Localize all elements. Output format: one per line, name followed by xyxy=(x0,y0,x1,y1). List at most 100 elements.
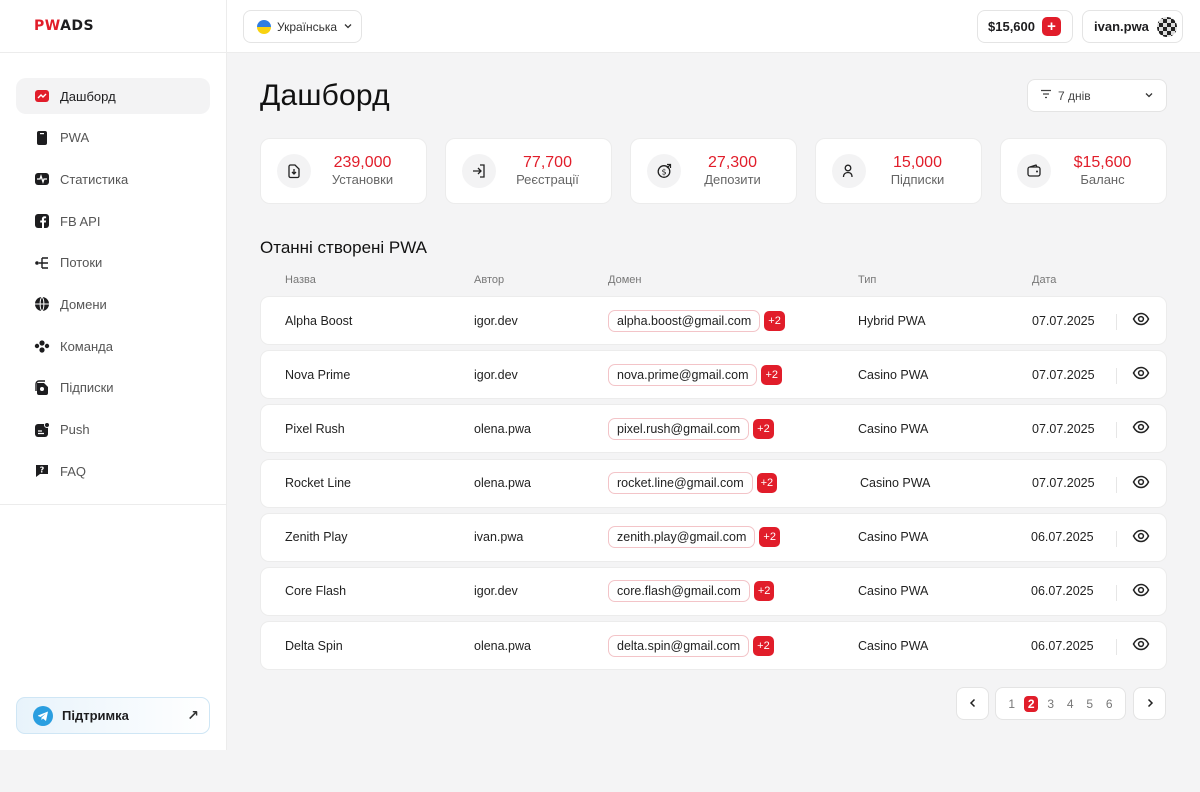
telegram-icon xyxy=(33,705,53,726)
cell-name: Zenith Play xyxy=(285,530,348,545)
cell-author: olena.pwa xyxy=(474,421,531,436)
page-button[interactable]: 6 xyxy=(1102,696,1116,712)
view-button[interactable] xyxy=(1116,622,1166,669)
page-button-current[interactable]: 2 xyxy=(1024,695,1039,712)
cell-date: 06.07.2025 xyxy=(1031,638,1094,653)
extra-domains-badge[interactable]: +2 xyxy=(759,527,780,548)
eye-icon xyxy=(1132,364,1150,385)
sidebar-item-pwa[interactable]: PWA xyxy=(16,120,210,156)
cell-domain: pixel.rush@gmail.com +2 xyxy=(608,405,774,452)
logo-part-1: PW xyxy=(34,18,61,34)
extra-domains-badge[interactable]: +2 xyxy=(753,635,774,656)
add-funds-button[interactable]: + xyxy=(1042,17,1061,36)
view-button[interactable] xyxy=(1116,405,1166,452)
support-label: Підтримка xyxy=(62,708,129,723)
cell-name: Delta Spin xyxy=(285,638,343,653)
table-row[interactable]: Pixel Rush olena.pwa pixel.rush@gmail.co… xyxy=(260,404,1167,454)
view-button[interactable] xyxy=(1116,460,1166,507)
eye-icon xyxy=(1132,418,1150,439)
logo-area: PWADS xyxy=(0,0,226,53)
eye-icon xyxy=(1132,635,1150,656)
page-button[interactable]: 5 xyxy=(1083,696,1097,712)
extra-domains-badge[interactable]: +2 xyxy=(753,418,774,439)
cell-domain: alpha.boost@gmail.com +2 xyxy=(608,297,785,344)
sidebar-item-label: Дашборд xyxy=(60,88,116,104)
sidebar-item-label: Push xyxy=(60,422,90,437)
next-page-button[interactable] xyxy=(1133,687,1166,720)
domain-pill[interactable]: alpha.boost@gmail.com xyxy=(608,309,761,332)
sidebar: PWADS Дашборд PWA Статистика FB API Пото… xyxy=(0,0,227,750)
cell-date: 07.07.2025 xyxy=(1032,421,1095,436)
wallet-icon xyxy=(1017,154,1051,188)
cell-domain: rocket.line@gmail.com +2 xyxy=(608,460,778,507)
cell-name: Core Flash xyxy=(285,584,347,599)
view-button[interactable] xyxy=(1116,514,1166,561)
cell-name: Alpha Boost xyxy=(285,313,353,328)
stat-label: Баланс xyxy=(1080,172,1125,187)
svg-text:$: $ xyxy=(661,168,666,177)
stat-label: Установки xyxy=(331,172,394,187)
domain-pill[interactable]: zenith.play@gmail.com xyxy=(608,526,756,549)
extra-domains-badge[interactable]: +2 xyxy=(764,310,785,331)
stat-value: 27,300 xyxy=(708,154,757,171)
domain-pill[interactable]: core.flash@gmail.com xyxy=(608,580,750,603)
view-button[interactable] xyxy=(1116,568,1166,615)
stat-label: Реєстрації xyxy=(516,172,579,187)
balance-amount: $15,600 xyxy=(988,19,1035,34)
sidebar-item-team[interactable]: Команда xyxy=(16,328,210,364)
phone-icon xyxy=(34,130,50,146)
cell-date: 07.07.2025 xyxy=(1032,367,1095,382)
period-select[interactable]: 7 днів xyxy=(1027,79,1167,112)
sidebar-item-label: Домени xyxy=(60,296,107,312)
cell-author: igor.dev xyxy=(474,313,518,328)
pagination: 1 2 3 4 5 6 xyxy=(995,687,1126,720)
logo[interactable]: PWADS xyxy=(34,18,94,34)
sidebar-item-push[interactable]: Push xyxy=(16,412,210,448)
sidebar-item-domains[interactable]: Домени xyxy=(16,286,210,322)
domain-pill[interactable]: rocket.line@gmail.com xyxy=(608,472,753,495)
domain-pill[interactable]: pixel.rush@gmail.com xyxy=(608,417,750,440)
support-button[interactable]: Підтримка ↗ xyxy=(16,697,210,734)
extra-domains-badge[interactable]: +2 xyxy=(753,581,775,602)
page-button[interactable]: 4 xyxy=(1063,696,1077,712)
sidebar-item-faq[interactable]: ? FAQ xyxy=(16,453,210,489)
sidebar-item-flows[interactable]: Потоки xyxy=(16,245,210,281)
deposit-icon: $ xyxy=(647,154,681,188)
column-header-type: Тип xyxy=(858,274,877,286)
stat-value: 15,000 xyxy=(893,154,942,171)
table-row[interactable]: Nova Prime igor.dev nova.prime@gmail.com… xyxy=(260,350,1167,400)
extra-domains-badge[interactable]: +2 xyxy=(756,473,778,494)
cell-type: Casino PWA xyxy=(858,584,929,599)
table-row[interactable]: Zenith Play ivan.pwa zenith.play@gmail.c… xyxy=(260,512,1167,562)
sidebar-item-label: FAQ xyxy=(60,463,87,479)
table-row[interactable]: Alpha Boost igor.dev alpha.boost@gmail.c… xyxy=(260,296,1167,345)
table-row[interactable]: Delta Spin olena.pwa delta.spin@gmail.co… xyxy=(260,621,1167,671)
view-button[interactable] xyxy=(1116,297,1166,344)
page-title: Дашборд xyxy=(260,79,390,112)
domain-pill[interactable]: delta.spin@gmail.com xyxy=(608,634,750,657)
push-icon xyxy=(34,421,50,438)
table-row[interactable]: Rocket Line olena.pwa rocket.line@gmail.… xyxy=(260,458,1167,508)
language-select[interactable]: Українська xyxy=(243,10,362,43)
extra-domains-badge[interactable]: +2 xyxy=(761,364,783,385)
domain-pill[interactable]: nova.prime@gmail.com xyxy=(608,363,758,386)
page-button[interactable]: 1 xyxy=(1005,696,1019,712)
stat-card-balance: $15,600 Баланс xyxy=(1000,138,1167,204)
page-button[interactable]: 3 xyxy=(1044,696,1058,712)
sidebar-item-dashboard[interactable]: Дашборд xyxy=(16,78,210,114)
team-icon xyxy=(34,338,50,354)
sidebar-item-subscriptions[interactable]: Підписки xyxy=(16,370,210,406)
sidebar-item-stats[interactable]: Статистика xyxy=(16,161,210,197)
svg-text:?: ? xyxy=(40,466,45,475)
column-header-date: Дата xyxy=(1032,274,1057,286)
sidebar-item-fb-api[interactable]: FB API xyxy=(16,203,210,239)
cell-type: Casino PWA xyxy=(860,476,931,491)
cell-name: Rocket Line xyxy=(285,476,352,491)
cell-author: olena.pwa xyxy=(474,638,531,653)
table-row[interactable]: Core Flash igor.dev core.flash@gmail.com… xyxy=(260,566,1167,616)
prev-page-button[interactable] xyxy=(956,687,989,720)
view-button[interactable] xyxy=(1116,351,1166,398)
user-menu[interactable]: ivan.pwa xyxy=(1082,10,1183,43)
cell-date: 07.07.2025 xyxy=(1032,313,1095,328)
stat-card-subscriptions: 15,000 Підписки xyxy=(815,138,982,204)
